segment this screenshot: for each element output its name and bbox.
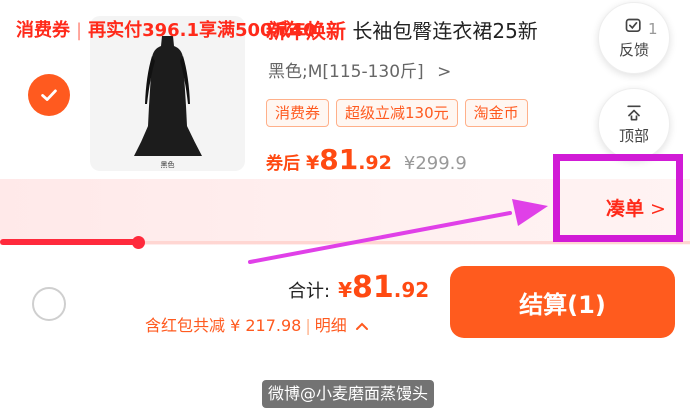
discount-separator: | — [305, 316, 311, 335]
total-row: 合计: ¥ 81 .92 — [288, 270, 429, 305]
total-label: 合计: — [288, 281, 331, 302]
total-decimal: .92 — [393, 278, 430, 302]
total-currency: ¥ — [338, 278, 352, 302]
discount-detail[interactable]: 含红包共减 ¥ 217.98 | 明细 — [145, 313, 369, 339]
total-integer: 81 — [352, 270, 394, 305]
select-all-checkbox[interactable] — [32, 287, 66, 321]
discount-text: 含红包共减 ¥ 217.98 — [145, 316, 302, 335]
watermark: 微博@小麦磨面蒸馒头 — [262, 380, 435, 408]
detail-label: 明细 — [314, 316, 347, 335]
checkout-button[interactable]: 结算(1) — [450, 266, 675, 338]
chevron-up-icon — [355, 322, 368, 330]
annotation-arrow — [248, 199, 548, 264]
